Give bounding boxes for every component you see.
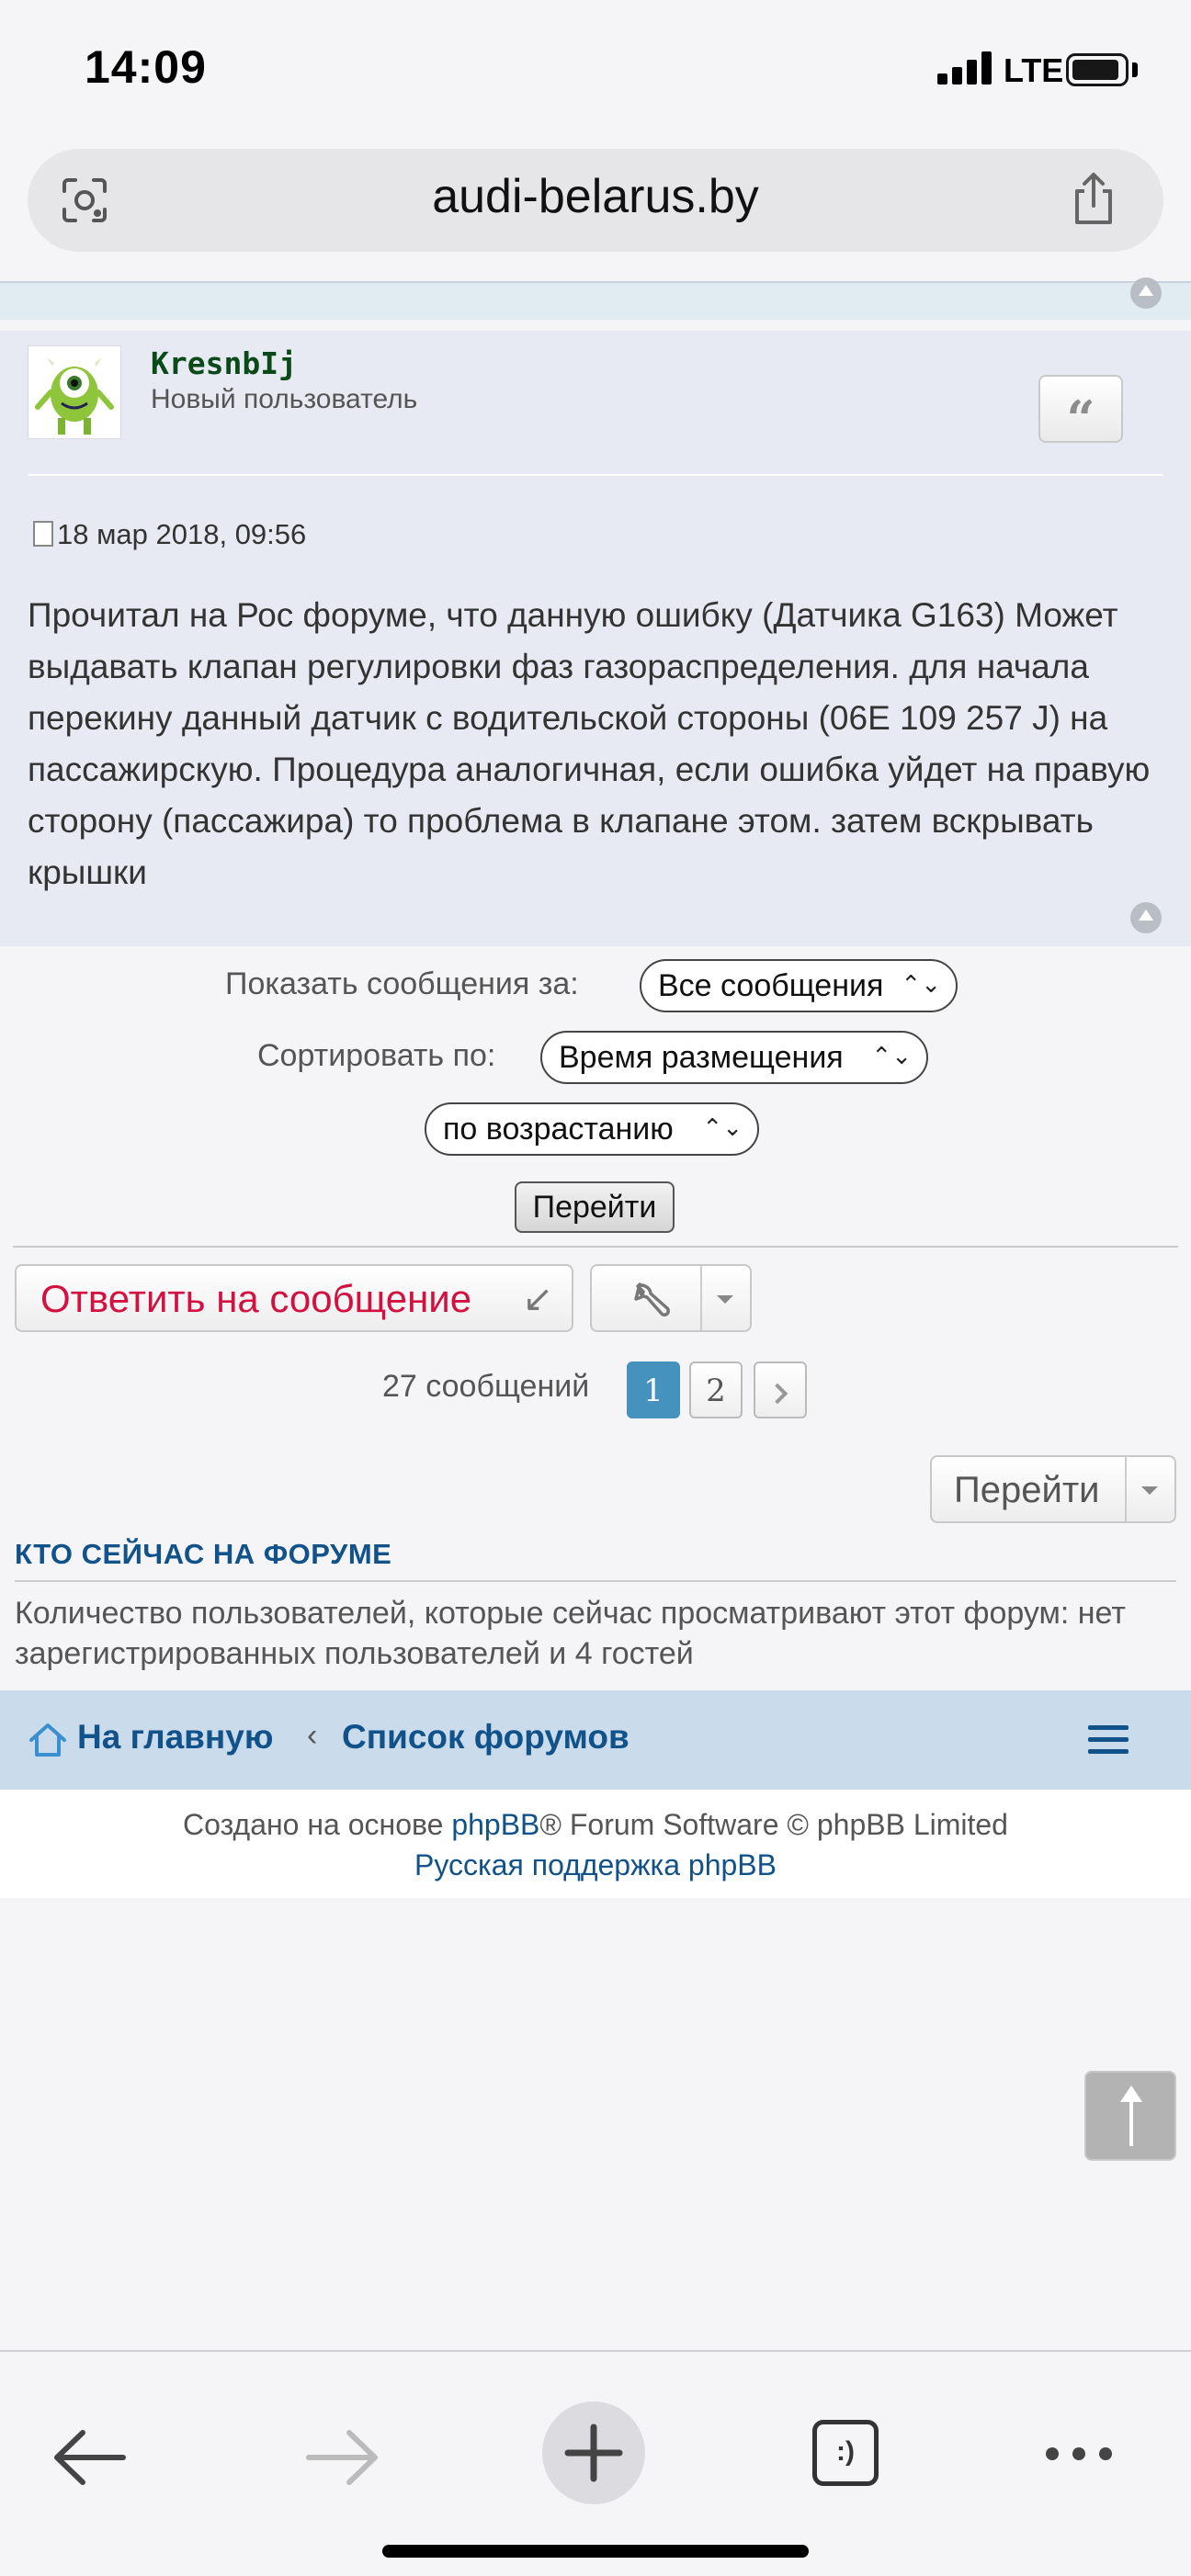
post-author[interactable]: KresnbIj <box>151 345 297 381</box>
reply-button[interactable]: Ответить на сообщение ↙ <box>15 1264 573 1332</box>
breadcrumb-home[interactable]: На главную <box>77 1718 273 1757</box>
status-time: 14:09 <box>85 41 207 93</box>
copyright-footer: Создано на основе phpBB® Forum Software … <box>0 1790 1191 1898</box>
show-select-value: Все сообщения <box>658 968 884 1003</box>
who-is-online-text: Количество пользователей, которые сейчас… <box>15 1596 1126 1671</box>
url-text[interactable]: audi-belarus.by <box>28 169 1163 224</box>
breadcrumb-forums[interactable]: Список форумов <box>342 1718 630 1757</box>
copyright-suffix: ® Forum Software © phpBB Limited <box>539 1808 1008 1841</box>
jump-to-button[interactable]: Перейти <box>930 1455 1176 1523</box>
chevron-up-down-icon: ⌃⌄ <box>871 1042 912 1069</box>
divider <box>15 1580 1176 1582</box>
arrow-shaft <box>1129 2098 1133 2146</box>
page-2-button[interactable]: 2 <box>689 1361 743 1418</box>
plus-icon <box>564 2423 623 2482</box>
sort-label: Сортировать по: <box>257 1038 496 1073</box>
chevron-up-down-icon: ⌃⌄ <box>901 970 941 998</box>
reply-button-label: Ответить на сообщение <box>40 1277 472 1320</box>
previous-post-footer <box>0 281 1191 320</box>
status-bar: 14:09 LTE <box>0 0 1191 138</box>
caret-down-icon[interactable] <box>1141 1486 1158 1495</box>
web-content: KresnbIj Новый пользователь “ 18 мар 201… <box>0 276 1191 2352</box>
sort-select-value: Время размещения <box>559 1040 844 1075</box>
quote-button[interactable]: “ <box>1038 375 1123 448</box>
hamburger-menu-icon[interactable] <box>1088 1725 1129 1755</box>
network-type: LTE <box>1004 51 1064 89</box>
topic-tools-button[interactable] <box>590 1264 752 1332</box>
back-to-top-icon[interactable] <box>1130 277 1162 309</box>
show-select[interactable]: Все сообщения ⌃⌄ <box>640 959 958 1012</box>
copyright-text: Создано на основе phpBB® Forum Software … <box>0 1808 1191 1842</box>
back-arrow-icon[interactable] <box>39 2407 140 2508</box>
show-label: Показать сообщения за: <box>225 966 579 1001</box>
divider <box>13 1246 1178 1248</box>
home-indicator <box>382 2545 809 2558</box>
post-date-text: 18 мар 2018, 09:56 <box>57 518 307 550</box>
wrench-icon <box>634 1282 670 1316</box>
page-1-button[interactable]: 1 <box>627 1361 680 1418</box>
battery-tip <box>1132 62 1138 77</box>
user-rank: Новый пользователь <box>151 384 418 414</box>
avatar[interactable] <box>28 345 121 439</box>
post-divider <box>28 474 1163 476</box>
order-select[interactable]: по возрастанию ⌃⌄ <box>425 1102 759 1156</box>
reply-arrow-icon: ↙ <box>522 1279 553 1319</box>
address-bar[interactable]: audi-belarus.by <box>28 149 1163 252</box>
battery-icon <box>1066 53 1129 86</box>
post-count: 27 сообщений <box>382 1369 590 1404</box>
post-body: Прочитал на Рос форуме, что данную ошибк… <box>28 596 1151 891</box>
sort-select[interactable]: Время размещения ⌃⌄ <box>540 1031 928 1084</box>
post-icon[interactable] <box>33 521 53 547</box>
breadcrumb-separator: ‹ <box>307 1718 318 1753</box>
button-separator <box>700 1266 702 1330</box>
forward-arrow-icon[interactable] <box>292 2407 393 2508</box>
phpbb-link[interactable]: phpBB <box>451 1808 539 1841</box>
chevron-up-down-icon: ⌃⌄ <box>702 1113 743 1141</box>
chevron-right-icon <box>766 1383 788 1405</box>
copyright-prefix: Создано на основе <box>183 1808 452 1841</box>
share-icon[interactable] <box>1066 171 1121 226</box>
jump-to-label: Перейти <box>954 1470 1100 1510</box>
go-button[interactable]: Перейти <box>515 1181 675 1233</box>
browser-toolbar: :) <box>0 2350 1191 2576</box>
order-select-value: по возрастанию <box>443 1112 674 1147</box>
scroll-to-top-button[interactable] <box>1084 2071 1176 2161</box>
back-to-top-icon[interactable] <box>1130 902 1162 933</box>
more-menu-icon[interactable] <box>1046 2447 1112 2460</box>
tabs-button[interactable]: :) <box>812 2420 879 2486</box>
button-separator <box>1125 1457 1127 1521</box>
signal-icon <box>937 51 994 85</box>
russian-support-link[interactable]: Русская поддержка phpBB <box>0 1848 1191 1882</box>
post: KresnbIj Новый пользователь “ 18 мар 201… <box>0 331 1191 946</box>
post-date: 18 мар 2018, 09:56 <box>33 518 306 551</box>
new-tab-button[interactable] <box>542 2401 645 2504</box>
next-page-button[interactable] <box>754 1361 807 1418</box>
avatar-image <box>35 357 114 435</box>
caret-down-icon[interactable] <box>717 1295 733 1304</box>
home-icon[interactable] <box>28 1720 68 1760</box>
footer-navbar: На главную ‹ Список форумов <box>0 1690 1191 1790</box>
who-is-online-title[interactable]: КТО СЕЙЧАС НА ФОРУМЕ <box>15 1538 391 1571</box>
